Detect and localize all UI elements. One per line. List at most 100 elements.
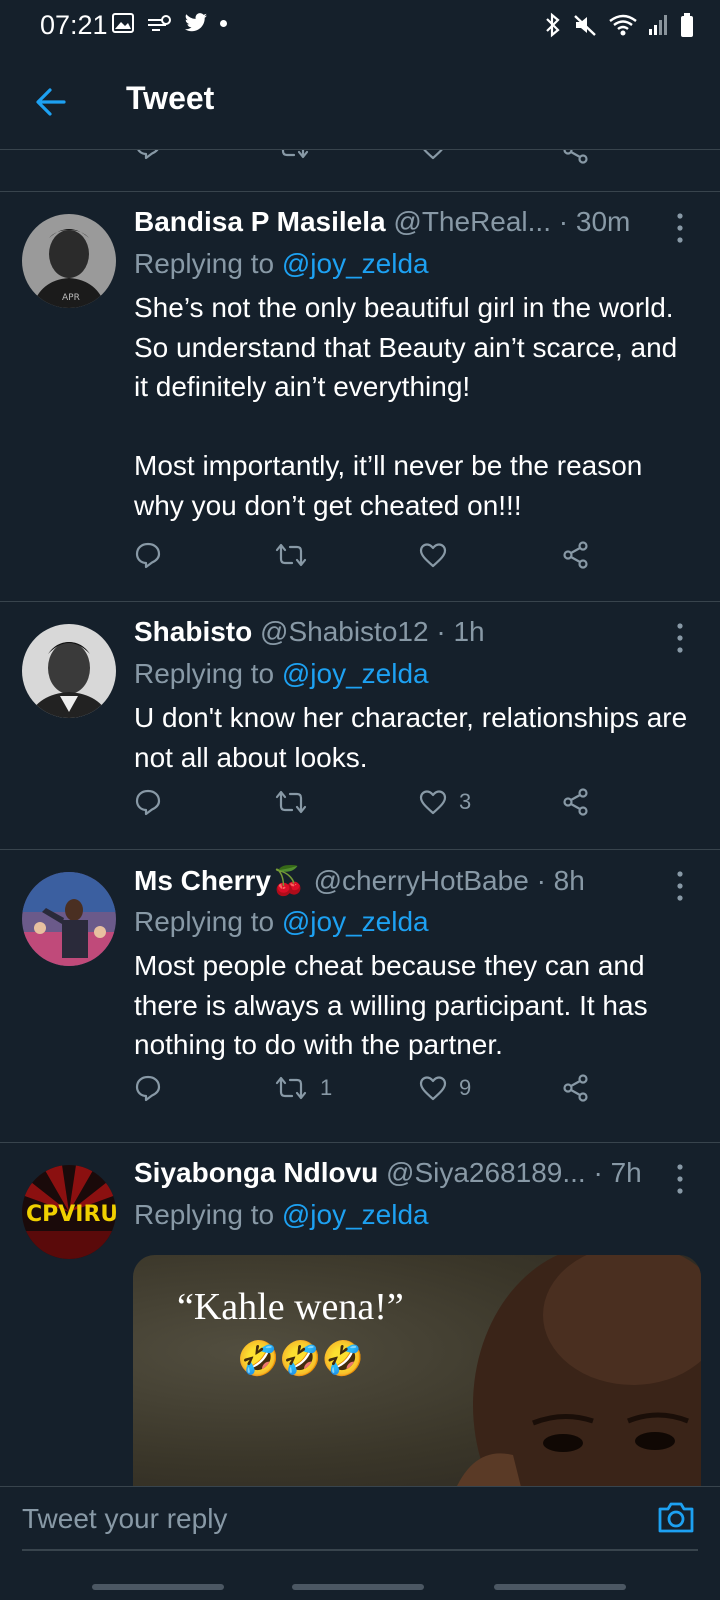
media-emoji: 🤣🤣🤣: [237, 1340, 365, 1378]
heart-icon[interactable]: [419, 1075, 447, 1101]
like-action[interactable]: [419, 535, 459, 575]
replying-to-line: Replying to @joy_zelda: [134, 658, 429, 690]
reply-input[interactable]: [22, 1499, 622, 1539]
signal-icon: [649, 15, 667, 35]
author-handle[interactable]: @cherryHotBabe: [314, 865, 529, 896]
mute-icon: [574, 15, 596, 36]
more-options-icon[interactable]: [668, 208, 692, 248]
avatar[interactable]: CPVIRU: [22, 1165, 116, 1259]
share-action[interactable]: [562, 782, 590, 822]
tweet-time: · 30m: [558, 206, 631, 237]
more-options-icon[interactable]: [668, 1159, 692, 1199]
replying-to-label: Replying to: [134, 1199, 282, 1230]
nav-home-button[interactable]: [292, 1584, 424, 1590]
more-options-icon[interactable]: [668, 618, 692, 658]
status-bar: 07:21: [0, 0, 720, 52]
share-action[interactable]: [562, 1068, 590, 1108]
reply-action[interactable]: [134, 535, 162, 575]
author-handle[interactable]: @TheReal...: [393, 206, 551, 237]
replying-to-label: Replying to: [134, 658, 282, 689]
mention-link[interactable]: @joy_zelda: [282, 658, 429, 689]
retweet-count: 1: [320, 1075, 333, 1100]
replying-to-line: Replying to @joy_zelda: [134, 1199, 429, 1231]
tweet-actions: 3: [134, 782, 604, 822]
nav-recents-button[interactable]: [92, 1584, 224, 1590]
heart-icon[interactable]: [419, 789, 447, 815]
retweet-icon[interactable]: [274, 1075, 308, 1101]
notification-icons: [112, 12, 227, 34]
share-icon[interactable]: [562, 788, 590, 816]
tweet-header: Ms Cherry🍒 @cherryHotBabe · 8h: [134, 864, 680, 897]
tweet-header: Siyabonga Ndlovu @Siya268189... · 7h: [134, 1157, 680, 1189]
camera-icon[interactable]: [654, 1495, 698, 1539]
replying-to-label: Replying to: [134, 248, 282, 279]
avatar[interactable]: [22, 624, 116, 718]
meme-person-illustration: [453, 1255, 701, 1495]
system-icons: [544, 12, 694, 38]
nav-back-button[interactable]: [494, 1584, 626, 1590]
replying-to-line: Replying to @joy_zelda: [134, 248, 429, 280]
wifi-icon: [609, 14, 637, 36]
tweet-time: · 7h: [593, 1157, 642, 1188]
cherry-emoji: 🍒: [270, 865, 306, 896]
svg-text:APR: APR: [62, 293, 80, 303]
twitter-bird-icon: [185, 13, 207, 32]
reply-underline: [22, 1549, 698, 1551]
avatar[interactable]: [22, 872, 116, 966]
top-app-bar: Tweet: [0, 52, 720, 150]
tweet-detail-screen: 07:21 Tweet APR Bandisa P Masilela @TheR…: [0, 0, 720, 1600]
mention-link[interactable]: @joy_zelda: [282, 248, 429, 279]
like-count: 9: [459, 1075, 472, 1100]
more-notifications-dot: [220, 19, 227, 27]
share-action[interactable]: [562, 535, 590, 575]
author-name[interactable]: Shabisto: [134, 616, 252, 647]
tweet-media-image[interactable]: “Kahle wena!” 🤣🤣🤣: [133, 1255, 701, 1495]
comment-icon[interactable]: [134, 1074, 162, 1102]
wind-icon: [148, 15, 171, 31]
tweet-text: U don't know her character, relationship…: [134, 702, 688, 773]
reply-action[interactable]: [134, 782, 162, 822]
tweet-time: · 1h: [436, 616, 485, 647]
status-time: 07:21: [40, 10, 108, 40]
tweet-header: Shabisto @Shabisto12 · 1h: [134, 616, 680, 648]
author-handle[interactable]: @Siya268189...: [386, 1157, 586, 1188]
retweet-icon[interactable]: [274, 789, 308, 815]
author-name[interactable]: Siyabonga Ndlovu: [134, 1157, 378, 1188]
share-icon[interactable]: [562, 541, 590, 569]
avatar-logo-text: CPVIRU: [26, 1202, 116, 1227]
heart-icon[interactable]: [419, 542, 447, 568]
tweet-text: Most people cheat because they can and t…: [134, 950, 648, 1060]
retweet-action[interactable]: 1: [274, 1068, 332, 1108]
tweet-actions: [134, 535, 604, 575]
comment-icon[interactable]: [134, 541, 162, 569]
tweet-text: She’s not the only beautiful girl in the…: [134, 292, 678, 521]
back-arrow-icon[interactable]: [30, 82, 70, 122]
more-options-icon[interactable]: [668, 866, 692, 906]
tweet-time: · 8h: [536, 865, 585, 896]
tweet-actions: 1 9: [134, 1068, 604, 1108]
comment-icon[interactable]: [134, 788, 162, 816]
page-title: Tweet: [126, 80, 215, 116]
retweet-action[interactable]: [274, 782, 320, 822]
author-name[interactable]: Bandisa P Masilela: [134, 206, 386, 237]
like-action[interactable]: 3: [419, 782, 471, 822]
reply-action[interactable]: [134, 1068, 162, 1108]
share-icon[interactable]: [562, 1074, 590, 1102]
replying-to-line: Replying to @joy_zelda: [134, 906, 429, 938]
author-name[interactable]: Ms Cherry: [134, 865, 271, 896]
media-caption: “Kahle wena!”: [177, 1286, 404, 1328]
retweet-action[interactable]: [274, 535, 320, 575]
like-count: 3: [459, 789, 472, 814]
bluetooth-icon: [546, 12, 560, 38]
tweet-item[interactable]: Ms Cherry🍒 @cherryHotBabe · 8h Replying …: [0, 850, 720, 1143]
author-handle[interactable]: @Shabisto12: [260, 616, 429, 647]
replying-to-label: Replying to: [134, 906, 282, 937]
mention-link[interactable]: @joy_zelda: [282, 906, 429, 937]
tweet-item[interactable]: APR Bandisa P Masilela @TheReal... · 30m…: [0, 192, 720, 602]
avatar[interactable]: APR: [22, 214, 116, 308]
tweet-item[interactable]: Shabisto @Shabisto12 · 1h Replying to @j…: [0, 602, 720, 850]
battery-icon: [681, 13, 693, 37]
mention-link[interactable]: @joy_zelda: [282, 1199, 429, 1230]
like-action[interactable]: 9: [419, 1068, 471, 1108]
retweet-icon[interactable]: [274, 542, 308, 568]
